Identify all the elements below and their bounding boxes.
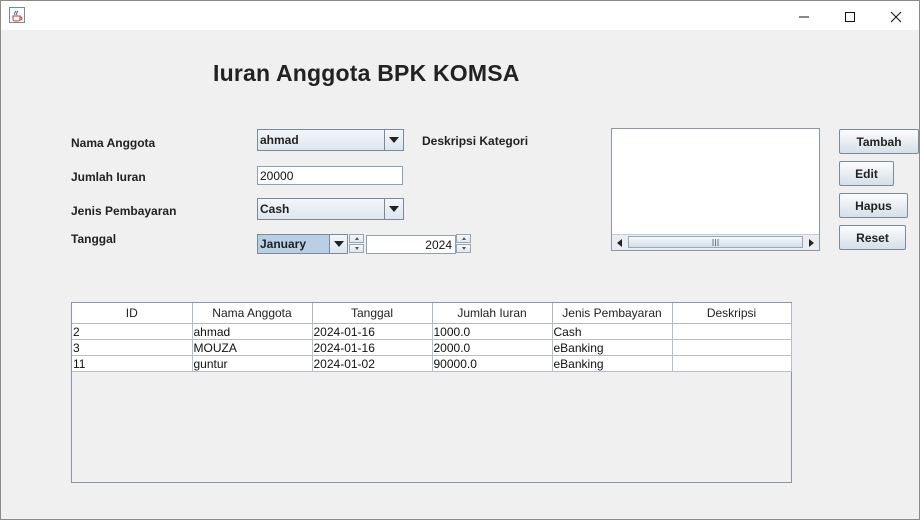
year-spin-up[interactable] [456,234,471,243]
scroll-right-button[interactable] [804,235,819,250]
year-field[interactable]: 2024 [366,235,456,254]
table-cell: 2000.0 [432,339,553,356]
page-title: Iuran Anggota BPK KOMSA [213,60,520,86]
arrow-up-icon [461,237,466,240]
deskripsi-kategori-label: Deskripsi Kategori [422,134,529,148]
month-spin-up[interactable] [349,234,364,243]
table-cell: 2024-01-16 [312,339,433,356]
chevron-down-icon[interactable] [384,199,403,219]
close-button[interactable] [873,2,919,31]
year-spin-down[interactable] [456,244,471,253]
nama-anggota-combo[interactable]: ahmad [257,129,404,151]
iuran-table[interactable]: ID Nama Anggota Tanggal Jumlah Iuran Jen… [71,302,792,483]
reset-button[interactable]: Reset [839,225,906,250]
column-header-nama[interactable]: Nama Anggota [192,303,313,324]
table-cell: eBanking [552,355,673,372]
grip-icon [712,238,719,246]
arrow-up-icon [354,237,359,240]
column-header-jumlah[interactable]: Jumlah Iuran [432,303,553,324]
table-cell: MOUZA [192,339,313,356]
month-spin-down[interactable] [349,244,364,253]
table-cell: 11 [72,355,193,372]
table-cell [672,323,792,340]
close-icon [890,11,902,22]
scroll-left-button[interactable] [612,235,627,250]
arrow-down-icon [461,247,466,250]
table-header-row: ID Nama Anggota Tanggal Jumlah Iuran Jen… [72,303,792,324]
column-header-deskripsi[interactable]: Deskripsi [672,303,792,324]
deskripsi-textarea[interactable] [611,128,820,251]
jumlah-iuran-field[interactable]: 20000 [257,166,403,185]
table-cell: 2024-01-02 [312,355,433,372]
arrow-down-icon [354,247,359,250]
minimize-icon [799,16,809,17]
month-value: January [260,237,307,251]
table-row[interactable]: 11 guntur 2024-01-02 90000.0 eBanking [72,355,792,372]
chevron-down-icon[interactable] [384,130,403,150]
table-row[interactable]: 2 ahmad 2024-01-16 1000.0 Cash [72,323,792,340]
jenis-pembayaran-label: Jenis Pembayaran [71,204,177,218]
jenis-pembayaran-combo[interactable]: Cash [257,198,404,220]
table-cell: Cash [552,323,673,340]
title-bar [1,1,919,30]
chevron-down-icon[interactable] [329,235,347,253]
table-cell [672,355,792,372]
edit-button[interactable]: Edit [839,161,894,186]
arrow-right-icon [809,238,814,247]
hapus-button[interactable]: Hapus [839,193,908,218]
jenis-pembayaran-value: Cash [260,202,290,216]
tambah-button[interactable]: Tambah [839,129,919,154]
scroll-thumb[interactable] [628,236,803,248]
table-cell: guntur [192,355,313,372]
column-header-id[interactable]: ID [72,303,193,324]
nama-anggota-label: Nama Anggota [71,136,156,150]
table-cell: 2 [72,323,193,340]
horizontal-scrollbar[interactable] [612,234,819,250]
column-header-jenis[interactable]: Jenis Pembayaran [552,303,673,324]
table-row[interactable]: 3 MOUZA 2024-01-16 2000.0 eBanking [72,339,792,356]
table-cell [672,339,792,356]
java-coffee-icon [9,7,25,23]
jumlah-iuran-label: Jumlah Iuran [71,170,146,184]
table-cell: 3 [72,339,193,356]
nama-anggota-value: ahmad [260,133,299,147]
minimize-button[interactable] [781,2,827,31]
deskripsi-text [612,129,819,133]
maximize-button[interactable] [827,2,873,31]
table-cell: 1000.0 [432,323,553,340]
month-combo[interactable]: January [257,234,348,254]
arrow-left-icon [617,238,622,247]
table-cell: ahmad [192,323,313,340]
maximize-icon [845,11,855,22]
column-header-tanggal[interactable]: Tanggal [312,303,433,324]
tanggal-label: Tanggal [71,232,117,246]
table-cell: 2024-01-16 [312,323,433,340]
table-cell: 90000.0 [432,355,553,372]
table-cell: eBanking [552,339,673,356]
